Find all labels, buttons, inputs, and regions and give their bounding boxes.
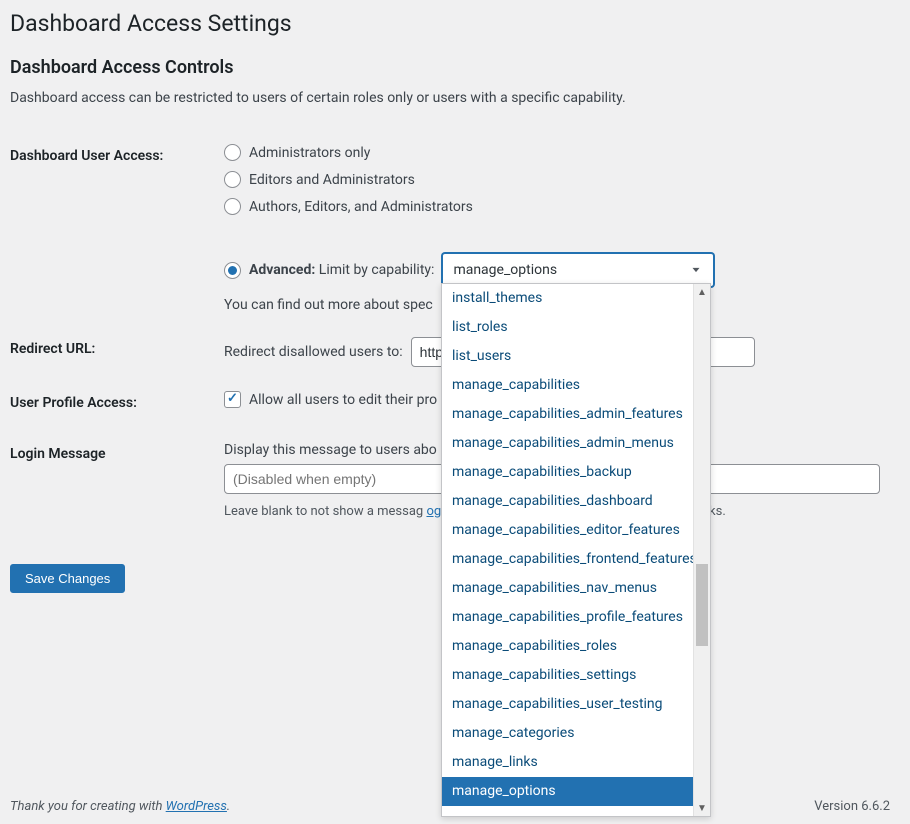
redirect-lead: Redirect disallowed users to: bbox=[224, 344, 403, 360]
dropdown-option[interactable]: manage_capabilities_frontend_features bbox=[442, 545, 710, 574]
dropdown-option[interactable]: manage_capabilities_dashboard bbox=[442, 487, 710, 516]
scroll-up-icon[interactable]: ▲ bbox=[694, 284, 710, 300]
dropdown-option[interactable]: manage_links bbox=[442, 748, 710, 777]
checkbox-icon bbox=[224, 391, 241, 408]
dropdown-option[interactable]: manage_categories bbox=[442, 719, 710, 748]
radio-icon bbox=[224, 262, 241, 279]
page-title: Dashboard Access Settings bbox=[10, 10, 890, 37]
radio-icon bbox=[224, 171, 241, 188]
dropdown-option[interactable]: manage_capabilities_profile_features bbox=[442, 603, 710, 632]
radio-authors-editors-admins[interactable]: Authors, Editors, and Administrators bbox=[224, 198, 880, 215]
capability-combobox-value: manage_options bbox=[443, 262, 679, 278]
capability-dropdown[interactable]: install_themeslist_roleslist_usersmanage… bbox=[441, 283, 711, 817]
dropdown-option[interactable]: list_roles bbox=[442, 313, 710, 342]
chevron-down-icon bbox=[679, 254, 713, 286]
scroll-thumb[interactable] bbox=[696, 564, 708, 646]
radio-label: Editors and Administrators bbox=[249, 172, 415, 188]
dropdown-option[interactable]: manage_capabilities_roles bbox=[442, 632, 710, 661]
dropdown-option[interactable]: manage_capabilities bbox=[442, 371, 710, 400]
save-button[interactable]: Save Changes bbox=[10, 564, 125, 593]
radio-editors-admins[interactable]: Editors and Administrators bbox=[224, 171, 880, 188]
radio-icon bbox=[224, 198, 241, 215]
section-title: Dashboard Access Controls bbox=[10, 57, 890, 78]
capability-combobox[interactable]: manage_options bbox=[442, 253, 714, 287]
footer-credit: Thank you for creating with WordPress. bbox=[10, 799, 230, 814]
dropdown-option[interactable]: manage_capabilities_backup bbox=[442, 458, 710, 487]
intro-text: Dashboard access can be restricted to us… bbox=[10, 90, 890, 106]
radio-label: Authors, Editors, and Administrators bbox=[249, 199, 473, 215]
dropdown-option[interactable]: install_themes bbox=[442, 284, 710, 313]
dropdown-option[interactable]: manage_capabilities_nav_menus bbox=[442, 574, 710, 603]
row-label-user-access: Dashboard User Access: bbox=[10, 132, 224, 325]
row-label-redirect: Redirect URL: bbox=[10, 325, 224, 379]
checkbox-label: Allow all users to edit their pro bbox=[249, 392, 437, 408]
radio-advanced[interactable]: Advanced: Limit by capability: bbox=[224, 262, 434, 279]
dropdown-option[interactable]: manage_capabilities_admin_menus bbox=[442, 429, 710, 458]
dropdown-option[interactable]: manage_capabilities_settings bbox=[442, 661, 710, 690]
dropdown-option[interactable]: list_users bbox=[442, 342, 710, 371]
row-label-login-message: Login Message bbox=[10, 430, 224, 534]
advanced-lead: Advanced: bbox=[249, 262, 315, 278]
radio-admins-only[interactable]: Administrators only bbox=[224, 144, 880, 161]
radio-label: Administrators only bbox=[249, 145, 370, 161]
dropdown-option[interactable]: manage_options bbox=[442, 777, 710, 806]
wordpress-link[interactable]: WordPress bbox=[166, 799, 227, 814]
footer-version: Version 6.6.2 bbox=[814, 799, 890, 814]
dropdown-option[interactable]: manage_capabilities_editor_features bbox=[442, 516, 710, 545]
dropdown-option[interactable]: manage_capabilities_user_testing bbox=[442, 690, 710, 719]
radio-icon bbox=[224, 144, 241, 161]
dropdown-option[interactable]: manage_capabilities_admin_features bbox=[442, 400, 710, 429]
row-label-profile: User Profile Access: bbox=[10, 379, 224, 430]
advanced-label: Limit by capability: bbox=[319, 262, 435, 278]
dropdown-scrollbar[interactable]: ▲ ▼ bbox=[693, 284, 710, 816]
